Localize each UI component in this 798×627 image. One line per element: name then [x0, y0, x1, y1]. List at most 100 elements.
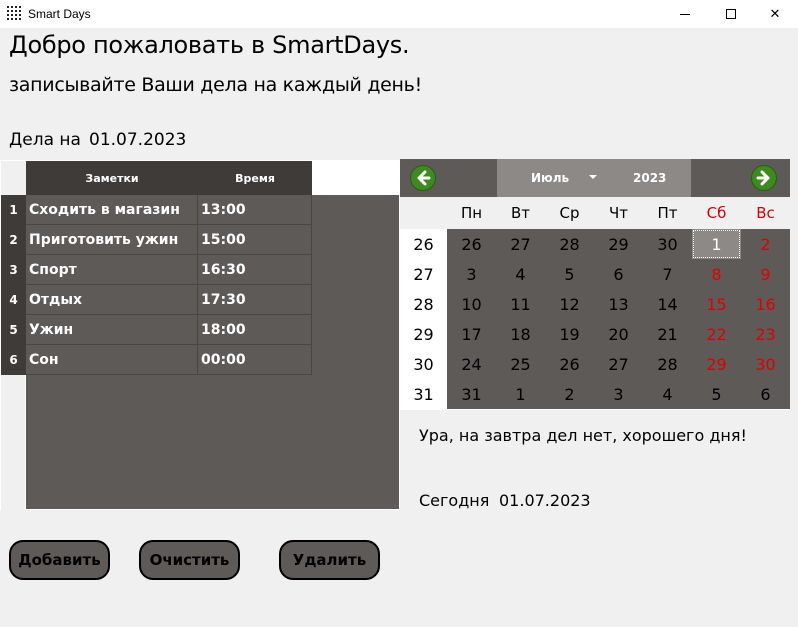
calendar-day[interactable]: 29 [692, 349, 741, 379]
app-grid-icon [7, 6, 21, 20]
calendar-day[interactable]: 14 [643, 289, 692, 319]
title-bar: Smart Days ✕ [0, 0, 798, 28]
row-header[interactable]: 1 [1, 195, 26, 225]
calendar-day[interactable]: 19 [545, 319, 594, 349]
calendar-day[interactable]: 20 [594, 319, 643, 349]
calendar-day[interactable]: 9 [741, 259, 790, 289]
time-cell[interactable]: 15:00 [198, 225, 312, 255]
calendar-day[interactable]: 26 [545, 349, 594, 379]
calendar-day[interactable]: 4 [496, 259, 545, 289]
row-header[interactable]: 5 [1, 315, 26, 345]
week-number: 27 [400, 259, 447, 289]
table-row[interactable]: 1 Сходить в магазин 13:00 [1, 195, 312, 225]
calendar-day[interactable]: 4 [643, 379, 692, 409]
month-year-selector[interactable]: Июль 2023 [497, 159, 691, 197]
calendar-day[interactable]: 6 [741, 379, 790, 409]
row-header[interactable]: 2 [1, 225, 26, 255]
month-name[interactable]: Июль [531, 171, 569, 185]
calendar-day[interactable]: 5 [545, 259, 594, 289]
delete-button[interactable]: Удалить [279, 540, 380, 580]
tomorrow-message: Ура, на завтра дел нет, хорошего дня! [419, 426, 747, 445]
today-date: 01.07.2023 [499, 491, 591, 510]
tasks-date: 01.07.2023 [89, 130, 187, 150]
day-of-week-label: Чт [608, 204, 629, 222]
calendar-day[interactable]: 29 [594, 229, 643, 259]
column-header-time[interactable]: Время [198, 161, 312, 195]
table-row[interactable]: 5 Ужин 18:00 [1, 315, 312, 345]
calendar-day[interactable]: 26 [447, 229, 496, 259]
clear-button[interactable]: Очистить [139, 540, 240, 580]
calendar-day[interactable]: 2 [741, 229, 790, 259]
table-row[interactable]: 6 Сон 00:00 [1, 345, 312, 375]
calendar-week-row: 30 24 25 26 27 28 29 30 [400, 349, 790, 379]
calendar-day[interactable]: 3 [447, 259, 496, 289]
day-of-week-label: Пн [460, 204, 483, 222]
calendar-week-row: 29 17 18 19 20 21 22 23 [400, 319, 790, 349]
calendar-day[interactable]: 11 [496, 289, 545, 319]
calendar-day[interactable]: 30 [741, 349, 790, 379]
grid-corner[interactable] [1, 161, 26, 195]
note-cell[interactable]: Сон [26, 345, 198, 375]
tasks-grid[interactable]: Заметки Время 1 Сходить в магазин 13:00 2 Пр… [0, 160, 401, 510]
calendar-day[interactable]: 23 [741, 319, 790, 349]
row-header[interactable]: 6 [1, 345, 26, 375]
row-header[interactable]: 4 [1, 285, 26, 315]
table-row[interactable]: 2 Приготовить ужин 15:00 [1, 225, 312, 255]
calendar-day[interactable]: 17 [447, 319, 496, 349]
calendar-day[interactable]: 27 [594, 349, 643, 379]
calendar-day[interactable]: 22 [692, 319, 741, 349]
year-name[interactable]: 2023 [633, 171, 666, 185]
calendar-day[interactable]: 30 [643, 229, 692, 259]
chevron-down-icon[interactable] [589, 175, 597, 179]
calendar-day[interactable]: 18 [496, 319, 545, 349]
close-button[interactable]: ✕ [752, 0, 798, 28]
calendar-day[interactable]: 15 [692, 289, 741, 319]
maximize-button[interactable] [708, 0, 754, 28]
note-cell[interactable]: Приготовить ужин [26, 225, 198, 255]
calendar-day[interactable]: 3 [594, 379, 643, 409]
day-of-week-label: Ср [559, 204, 580, 222]
maximize-icon [726, 9, 736, 19]
week-number: 30 [400, 349, 447, 379]
calendar-day[interactable]: 2 [545, 379, 594, 409]
calendar-day[interactable]: 10 [447, 289, 496, 319]
day-of-week-label: Вт [510, 204, 531, 222]
calendar-day[interactable]: 16 [741, 289, 790, 319]
next-month-button[interactable] [751, 165, 777, 191]
note-cell[interactable]: Спорт [26, 255, 198, 285]
time-cell[interactable]: 18:00 [198, 315, 312, 345]
minimize-button[interactable] [662, 0, 708, 28]
prev-month-button[interactable] [410, 165, 436, 191]
time-cell[interactable]: 00:00 [198, 345, 312, 375]
note-cell[interactable]: Ужин [26, 315, 198, 345]
table-row[interactable]: 3 Спорт 16:30 [1, 255, 312, 285]
calendar-day[interactable]: 28 [545, 229, 594, 259]
row-header[interactable]: 3 [1, 255, 26, 285]
calendar-day[interactable]: 8 [692, 259, 741, 289]
calendar-day[interactable]: 12 [545, 289, 594, 319]
table-row[interactable]: 4 Отдых 17:30 [1, 285, 312, 315]
calendar-day[interactable]: 21 [643, 319, 692, 349]
calendar-day[interactable]: 25 [496, 349, 545, 379]
calendar-day[interactable]: 1 [692, 229, 741, 259]
time-cell[interactable]: 13:00 [198, 195, 312, 225]
note-cell[interactable]: Отдых [26, 285, 198, 315]
arrow-left-icon [417, 170, 431, 186]
note-cell[interactable]: Сходить в магазин [26, 195, 198, 225]
time-cell[interactable]: 16:30 [198, 255, 312, 285]
time-cell[interactable]: 17:30 [198, 285, 312, 315]
calendar-day[interactable]: 7 [643, 259, 692, 289]
calendar-day[interactable]: 24 [447, 349, 496, 379]
calendar[interactable]: Июль 2023 Пн Вт Ср Чт Пт Сб Вс 26 26 27 28 29 30 1 2 2… [400, 159, 790, 410]
calendar-day[interactable]: 28 [643, 349, 692, 379]
add-button[interactable]: Добавить [9, 540, 110, 580]
column-header-notes[interactable]: Заметки [26, 161, 198, 195]
calendar-day[interactable]: 27 [496, 229, 545, 259]
calendar-day[interactable]: 31 [447, 379, 496, 409]
calendar-day[interactable]: 6 [594, 259, 643, 289]
week-number: 29 [400, 319, 447, 349]
calendar-day[interactable]: 1 [496, 379, 545, 409]
calendar-day[interactable]: 13 [594, 289, 643, 319]
calendar-day[interactable]: 5 [692, 379, 741, 409]
window-title: Smart Days [28, 7, 91, 21]
